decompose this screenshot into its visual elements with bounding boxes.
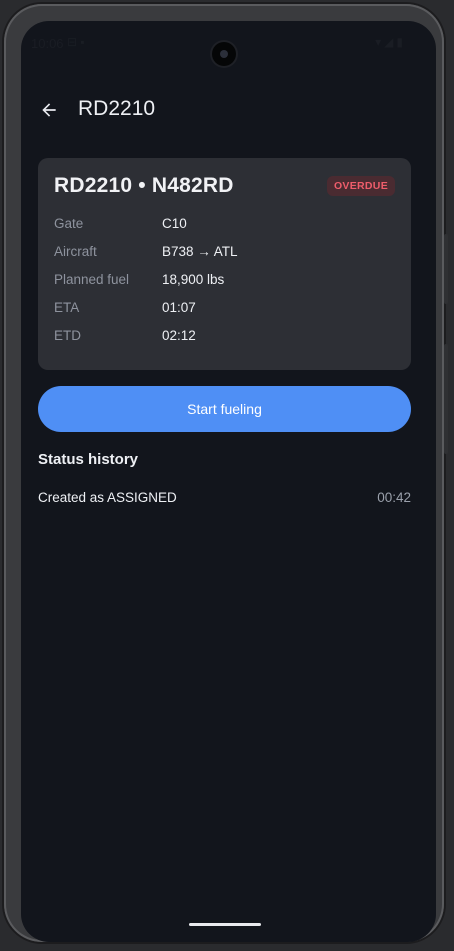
detail-value: 02:12 [162, 328, 196, 343]
detail-label: Gate [54, 216, 84, 231]
status-time: 10:06 [31, 36, 64, 51]
page-title: RD2210 [78, 97, 156, 120]
status-system-icons: ▾◢▮ [375, 35, 406, 49]
detail-label: Planned fuel [54, 272, 130, 287]
detail-row-aircraft: Aircraft B738 → ATL [54, 244, 394, 272]
detail-row-gate: Gate C10 [54, 216, 394, 244]
history-item: Created as ASSIGNED 00:42 [38, 490, 411, 510]
detail-label: Aircraft [54, 244, 97, 259]
phone-frame: 10:06 ⊟ ▪ ▾◢▮ RD2210 RD2210 • N482RD OVE… [4, 4, 448, 942]
detail-row-etd: ETD 02:12 [54, 328, 394, 356]
start-fueling-button[interactable]: Start fueling [38, 386, 411, 432]
status-badge: OVERDUE [326, 176, 395, 196]
power-button [444, 234, 448, 304]
front-camera [212, 42, 236, 66]
detail-list: Gate C10 Aircraft B738 → ATL Planned fue… [54, 216, 394, 356]
app-bar: RD2210 [21, 93, 436, 129]
detail-label: ETD [54, 328, 81, 343]
detail-row-planned-fuel: Planned fuel 18,900 lbs [54, 272, 394, 300]
flight-card: RD2210 • N482RD OVERDUE Gate C10 Aircraf… [38, 158, 411, 370]
back-arrow-icon[interactable] [39, 93, 65, 127]
screen: 10:06 ⊟ ▪ ▾◢▮ RD2210 RD2210 • N482RD OVE… [21, 21, 436, 942]
detail-value: B738 → ATL [162, 244, 238, 259]
volume-button [444, 344, 448, 454]
status-notification-icons: ⊟ ▪ [67, 35, 85, 49]
home-indicator[interactable] [189, 923, 261, 926]
detail-label: ETA [54, 300, 80, 315]
status-history-heading: Status history [38, 451, 139, 468]
detail-row-eta: ETA 01:07 [54, 300, 394, 328]
history-item-text: Created as ASSIGNED [38, 490, 177, 505]
flight-header: RD2210 • N482RD [54, 174, 234, 197]
detail-value: 18,900 lbs [162, 272, 225, 287]
detail-value: 01:07 [162, 300, 196, 315]
detail-value: C10 [162, 216, 187, 231]
history-item-time: 00:42 [377, 490, 411, 505]
